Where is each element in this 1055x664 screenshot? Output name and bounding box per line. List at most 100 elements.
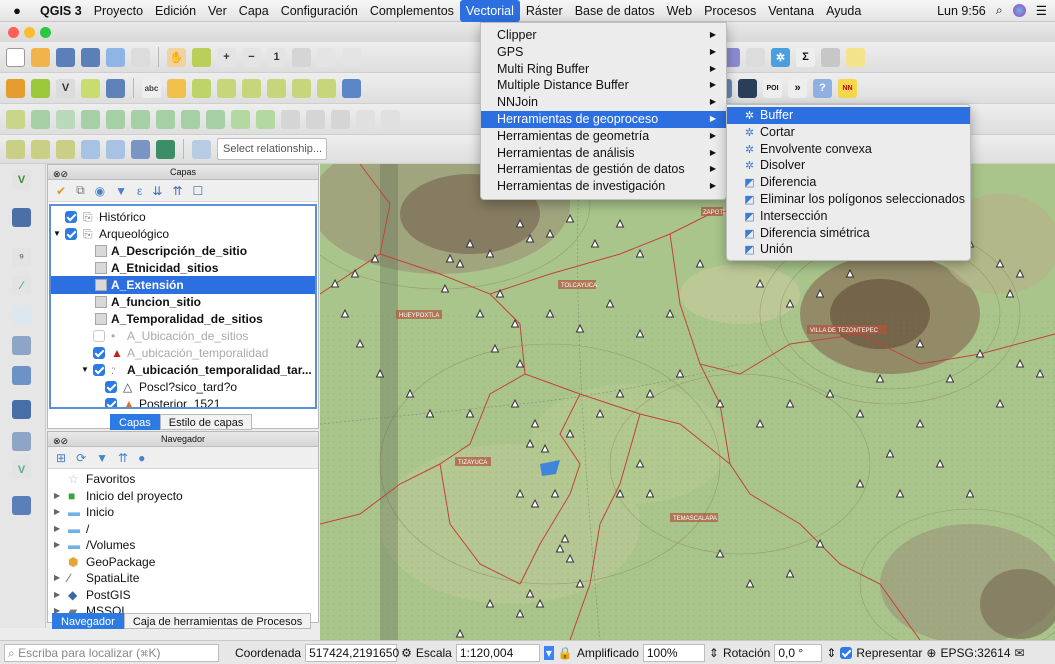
layer-item[interactable]: A_Etnicidad_sitios (51, 259, 315, 277)
move-feature-icon[interactable] (81, 109, 100, 129)
siri-icon[interactable] (1012, 4, 1026, 17)
label-show-hide-icon[interactable] (292, 78, 311, 98)
select-by-expression-icon[interactable] (6, 139, 25, 159)
poi-icon[interactable]: POI (763, 78, 782, 98)
layer-item[interactable]: A_funcion_sitio (51, 293, 315, 311)
layout-manager-icon[interactable] (131, 47, 150, 67)
pan-map-icon[interactable]: ✋ (167, 47, 186, 67)
geoproceso-menu-item[interactable]: ◩ Eliminar los polígonos seleccionados (727, 191, 970, 208)
layer-visibility-checkbox[interactable] (105, 398, 117, 407)
apple-icon[interactable]: ● (0, 3, 34, 18)
spotlight-search-icon[interactable]: ⌕ (996, 3, 1003, 18)
table-icon[interactable] (131, 139, 150, 159)
add-postgis-icon[interactable] (12, 432, 31, 451)
minimize-window-button[interactable] (24, 27, 35, 38)
add-virtual-layer-icon[interactable]: V (12, 460, 31, 479)
merge-features-icon[interactable] (381, 109, 400, 129)
menu-vectorial[interactable]: Vectorial (459, 0, 520, 22)
add-wms-layer-icon[interactable] (12, 336, 31, 355)
vectorial-menu-item[interactable]: Multiple Distance Buffer ▶ (481, 77, 726, 94)
lock-scale-icon[interactable]: 🔒 (558, 646, 573, 660)
crs-icon[interactable]: ⊕ (926, 646, 936, 660)
pan-to-selection-icon[interactable] (192, 47, 211, 67)
layer-visibility-checkbox[interactable] (93, 330, 105, 342)
globe-icon[interactable] (738, 78, 757, 98)
menu-edicion[interactable]: Edición (149, 0, 202, 22)
add-feature-icon[interactable] (56, 109, 75, 129)
label-pin-icon[interactable] (167, 78, 186, 98)
new-project-icon[interactable] (6, 47, 25, 67)
menu-base-de-datos[interactable]: Base de datos (569, 0, 661, 22)
scale-dropdown-icon[interactable]: ▾ (543, 645, 554, 660)
undo-icon[interactable] (231, 109, 250, 129)
expand-arrow-icon[interactable]: ▶ (54, 503, 60, 521)
filter-icon[interactable]: ▼ (96, 451, 108, 465)
expand-arrow-icon[interactable]: ▼ (53, 225, 61, 243)
rotation-stepper-icon[interactable]: ⇕ (826, 646, 836, 660)
geoproceso-menu-item[interactable]: ✲ Cortar (727, 124, 970, 141)
close-window-button[interactable] (8, 27, 19, 38)
vectorial-menu-item[interactable]: Clipper ▶ (481, 27, 726, 44)
select-by-value-icon[interactable] (31, 139, 50, 159)
magnifier-field[interactable]: 100% (642, 643, 705, 662)
map-tips-icon[interactable] (846, 47, 865, 67)
add-wcs-layer-icon[interactable] (12, 400, 31, 419)
add-group-icon[interactable]: ⧉ (76, 183, 85, 198)
vectorial-menu-item[interactable]: GPS ▶ (481, 44, 726, 61)
filter-icon[interactable]: ▼ (115, 184, 127, 198)
new-shapefile-icon[interactable]: ∕ (12, 276, 31, 295)
locator-search-input[interactable]: ⌕ Escriba para localizar (⌘K) (4, 643, 219, 662)
database-icon[interactable] (342, 78, 361, 98)
layer-item[interactable]: ▼ ⎘ Arqueológico (51, 225, 315, 243)
style-manager-icon[interactable]: ✔ (56, 184, 66, 198)
vectorial-menu-item[interactable]: Herramientas de gestión de datos ▶ (481, 161, 726, 178)
add-raster-layer-icon[interactable] (31, 78, 50, 98)
expand-arrow-icon[interactable]: ▼ (81, 361, 89, 379)
zoom-in-icon[interactable]: + (217, 47, 236, 67)
panel-close-icon[interactable]: ⊗⊘ (53, 167, 68, 182)
tab-caja-herramientas[interactable]: Caja de herramientas de Procesos (123, 613, 312, 629)
invert-selection-icon[interactable] (106, 139, 125, 159)
zoom-selection-icon[interactable] (317, 47, 336, 67)
dem-icon[interactable] (156, 139, 175, 159)
select-location-icon[interactable] (81, 139, 100, 159)
vectorial-menu-item[interactable]: NNJoin ▶ (481, 94, 726, 111)
layer-item[interactable]: ⎘ Histórico (51, 208, 315, 226)
cut-features-icon[interactable] (156, 109, 175, 129)
menu-ayuda[interactable]: Ayuda (820, 0, 867, 22)
add-wms-icon[interactable] (106, 78, 125, 98)
tab-capas[interactable]: Capas (110, 414, 160, 430)
geoproceso-menu-item[interactable]: ✲ Envolvente convexa (727, 141, 970, 158)
copy-features-icon[interactable] (181, 109, 200, 129)
rotation-field[interactable]: 0,0 ° (774, 643, 823, 662)
expand-all-icon[interactable]: ⇊ (152, 184, 162, 198)
zoom-window-button[interactable] (40, 27, 51, 38)
geoproceso-menu-item[interactable]: ◩ Unión (727, 241, 970, 258)
new-geopackage-icon[interactable] (12, 306, 31, 325)
menu-ver[interactable]: Ver (202, 0, 233, 22)
sum-icon[interactable]: Σ (796, 47, 815, 67)
overflow-icon[interactable]: » (788, 78, 807, 98)
digitize-icon[interactable] (81, 78, 100, 98)
paste-features-icon[interactable] (206, 109, 225, 129)
select-all-icon[interactable] (56, 139, 75, 159)
split-features-icon[interactable] (356, 109, 375, 129)
current-edits-icon[interactable] (6, 109, 25, 129)
layer-visibility-checkbox[interactable] (65, 211, 77, 223)
add-delimited-text-icon[interactable]: V (56, 78, 75, 98)
zoom-out-icon[interactable]: − (242, 47, 261, 67)
expand-arrow-icon[interactable]: ▶ (54, 536, 60, 554)
save-as-icon[interactable] (81, 47, 100, 67)
scale-field[interactable]: 1:120,004 (455, 643, 540, 662)
redo-icon[interactable] (256, 109, 275, 129)
add-mssql-icon[interactable] (12, 496, 31, 515)
vectorial-menu-item[interactable]: Multi Ring Buffer ▶ (481, 61, 726, 78)
crs-button[interactable]: EPSG:32614 (940, 646, 1010, 660)
properties-icon[interactable]: ● (138, 451, 145, 465)
label-diagram-icon[interactable] (317, 78, 336, 98)
vectorial-menu-item[interactable]: Herramientas de geoproceso ▶ (481, 110, 726, 128)
label-change-icon[interactable] (267, 78, 286, 98)
menu-configuracion[interactable]: Configuración (275, 0, 364, 22)
add-wfs-layer-icon[interactable] (12, 366, 31, 385)
measure-icon[interactable] (821, 47, 840, 67)
